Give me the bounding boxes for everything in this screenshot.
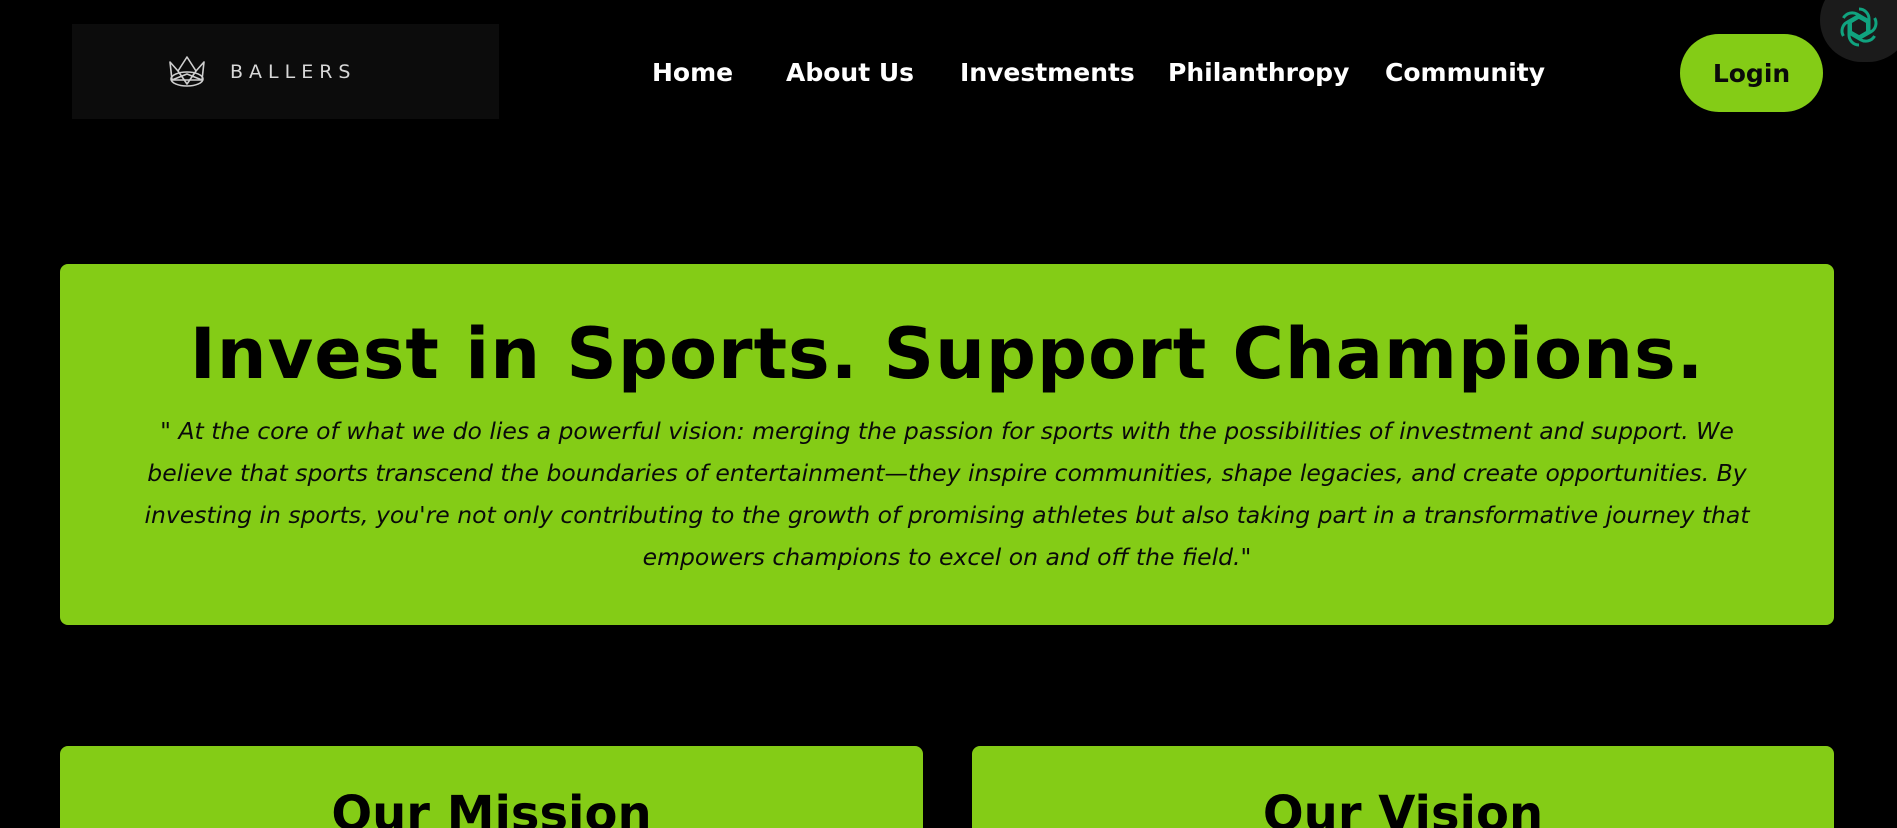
logo-text: BALLERS xyxy=(230,61,357,83)
logo-container[interactable]: BALLERS xyxy=(72,24,499,119)
login-button[interactable]: Login xyxy=(1680,34,1823,112)
mission-card: Our Mission xyxy=(60,746,923,828)
openai-knot-icon[interactable] xyxy=(1836,4,1882,50)
nav-community[interactable]: Community xyxy=(1385,53,1545,93)
vision-card-title: Our Vision xyxy=(1262,786,1544,828)
hero-banner: Invest in Sports. Support Champions. " A… xyxy=(60,264,1834,625)
hero-quote: " At the core of what we do lies a power… xyxy=(144,417,1750,571)
mission-card-title: Our Mission xyxy=(331,786,652,828)
hero-title: Invest in Sports. Support Champions. xyxy=(189,313,1705,395)
nav-investments[interactable]: Investments xyxy=(960,53,1135,93)
nav-philanthropy[interactable]: Philanthropy xyxy=(1168,53,1349,93)
vision-card: Our Vision xyxy=(972,746,1834,828)
nav-about-us[interactable]: About Us xyxy=(786,53,914,93)
crown-logo-icon xyxy=(169,56,205,87)
nav-home[interactable]: Home xyxy=(652,53,733,93)
